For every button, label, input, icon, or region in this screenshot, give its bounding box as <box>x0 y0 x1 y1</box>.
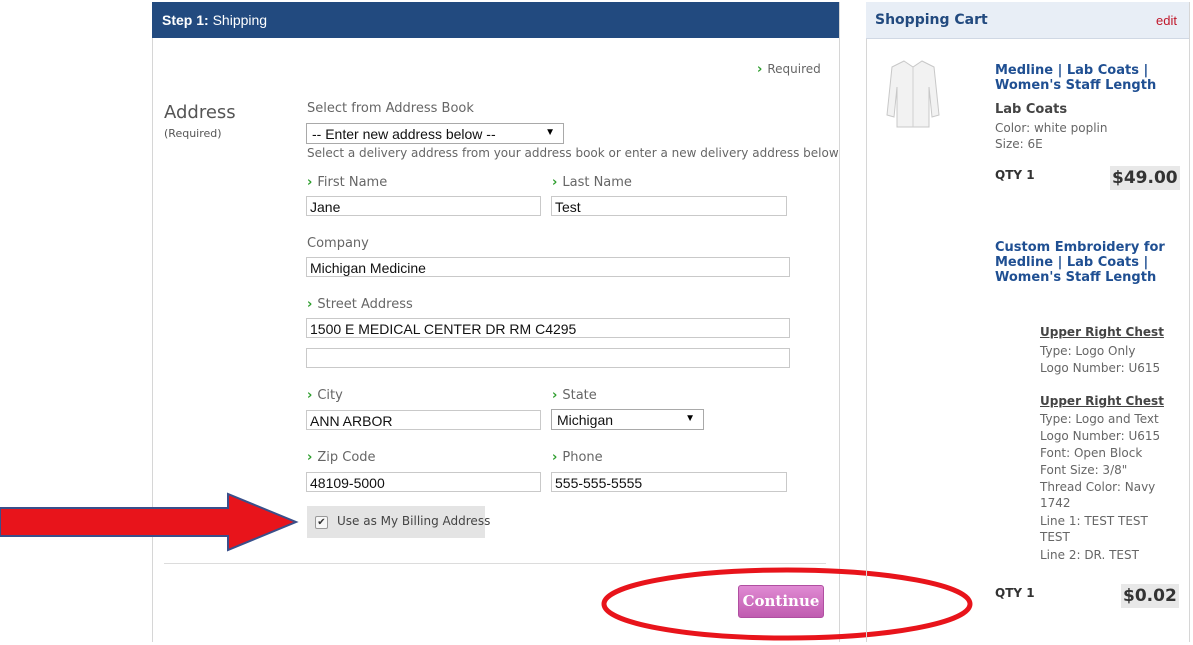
lab-coat-image <box>886 60 940 128</box>
phone-field[interactable]: 555-555-5555 <box>551 472 787 492</box>
divider <box>164 563 826 564</box>
address-required-sub: (Required) <box>164 127 222 140</box>
required-marker-icon: › <box>307 450 313 465</box>
cart-edit-link[interactable]: edit <box>1156 13 1177 28</box>
embroidery-location-2-font-size: Font Size: 3/8" <box>1040 463 1128 477</box>
required-marker-icon: › <box>307 175 313 190</box>
required-marker-icon: › <box>552 450 558 465</box>
last-name-field[interactable]: Test <box>551 196 787 216</box>
state-label: › State <box>552 388 597 403</box>
use-billing-address-toggle[interactable]: ✔ Use as My Billing Address <box>307 506 490 538</box>
required-marker-icon: › <box>552 388 558 403</box>
zip-code-label: › Zip Code <box>307 450 376 465</box>
cart-title: Shopping Cart <box>875 12 988 28</box>
city-label: › City <box>307 388 343 403</box>
embroidery-location-2-title: Upper Right Chest <box>1040 394 1164 408</box>
company-label: Company <box>307 236 369 251</box>
required-marker-icon: › <box>552 175 558 190</box>
state-select[interactable]: Michigan ▼ <box>551 409 704 430</box>
shopping-cart-header: Shopping Cart edit <box>866 2 1189 39</box>
embroidery-location-1-title: Upper Right Chest <box>1040 325 1164 339</box>
cart-item-2-name[interactable]: Custom Embroidery for Medline | Lab Coat… <box>995 240 1175 285</box>
billing-checkbox[interactable]: ✔ <box>315 516 328 529</box>
first-name-label: › First Name <box>307 175 388 190</box>
cart-item-1-size: Size: 6E <box>995 137 1043 151</box>
embroidery-location-2-font: Font: Open Block <box>1040 446 1143 460</box>
company-field[interactable]: Michigan Medicine <box>306 257 790 277</box>
phone-label: › Phone <box>552 450 603 465</box>
embroidery-location-2-line-2: Line 2: DR. TEST <box>1040 548 1139 562</box>
required-note-text: Required <box>767 62 821 76</box>
address-book-help: Select a delivery address from your addr… <box>307 146 839 160</box>
required-note: › Required <box>757 62 821 77</box>
required-marker-icon: › <box>307 388 313 403</box>
cart-item-1-color: Color: white poplin <box>995 121 1108 135</box>
embroidery-location-2-logo: Logo Number: U615 <box>1040 429 1161 443</box>
embroidery-location-1-type: Type: Logo Only <box>1040 344 1136 358</box>
address-book-value: -- Enter new address below -- <box>312 126 496 142</box>
cart-item-1-qty: QTY 1 <box>995 168 1035 182</box>
chevron-down-icon: ▼ <box>545 127 555 138</box>
embroidery-location-1-logo: Logo Number: U615 <box>1040 361 1161 375</box>
first-name-field[interactable]: Jane <box>306 196 541 216</box>
cart-item-2-price: $0.02 <box>1121 584 1179 608</box>
required-marker-icon: › <box>757 62 763 77</box>
street-address-field-2[interactable] <box>306 348 790 368</box>
embroidery-location-2-type: Type: Logo and Text <box>1040 412 1159 426</box>
embroidery-location-2-thread: Thread Color: Navy 1742 <box>1040 480 1156 510</box>
address-book-label: Select from Address Book <box>307 101 474 116</box>
step-prefix: Step 1: <box>162 12 209 28</box>
red-arrow-icon <box>0 492 299 552</box>
state-value: Michigan <box>557 412 614 428</box>
step-title: Shipping <box>212 12 268 28</box>
cart-item-1-category: Lab Coats <box>995 102 1068 117</box>
shipping-step-header: Step 1: Shipping <box>152 2 839 38</box>
chevron-down-icon: ▼ <box>685 413 695 424</box>
street-address-label: › Street Address <box>307 297 413 312</box>
cart-item-1-name[interactable]: Medline | Lab Coats | Women's Staff Leng… <box>995 63 1175 93</box>
street-address-field-1[interactable]: 1500 E MEDICAL CENTER DR RM C4295 <box>306 318 790 338</box>
address-book-select[interactable]: -- Enter new address below -- ▼ <box>306 123 564 144</box>
required-marker-icon: › <box>307 297 313 312</box>
annotation-arrow <box>0 492 299 552</box>
billing-checkbox-label: Use as My Billing Address <box>337 514 491 528</box>
zip-code-field[interactable]: 48109-5000 <box>306 472 541 492</box>
cart-item-2-qty: QTY 1 <box>995 586 1035 600</box>
last-name-label: › Last Name <box>552 175 632 190</box>
cart-item-1-price: $49.00 <box>1110 166 1180 190</box>
address-heading: Address <box>164 102 236 123</box>
embroidery-location-2-line-1: Line 1: TEST TEST TEST <box>1040 514 1148 544</box>
city-field[interactable]: ANN ARBOR <box>306 410 541 430</box>
